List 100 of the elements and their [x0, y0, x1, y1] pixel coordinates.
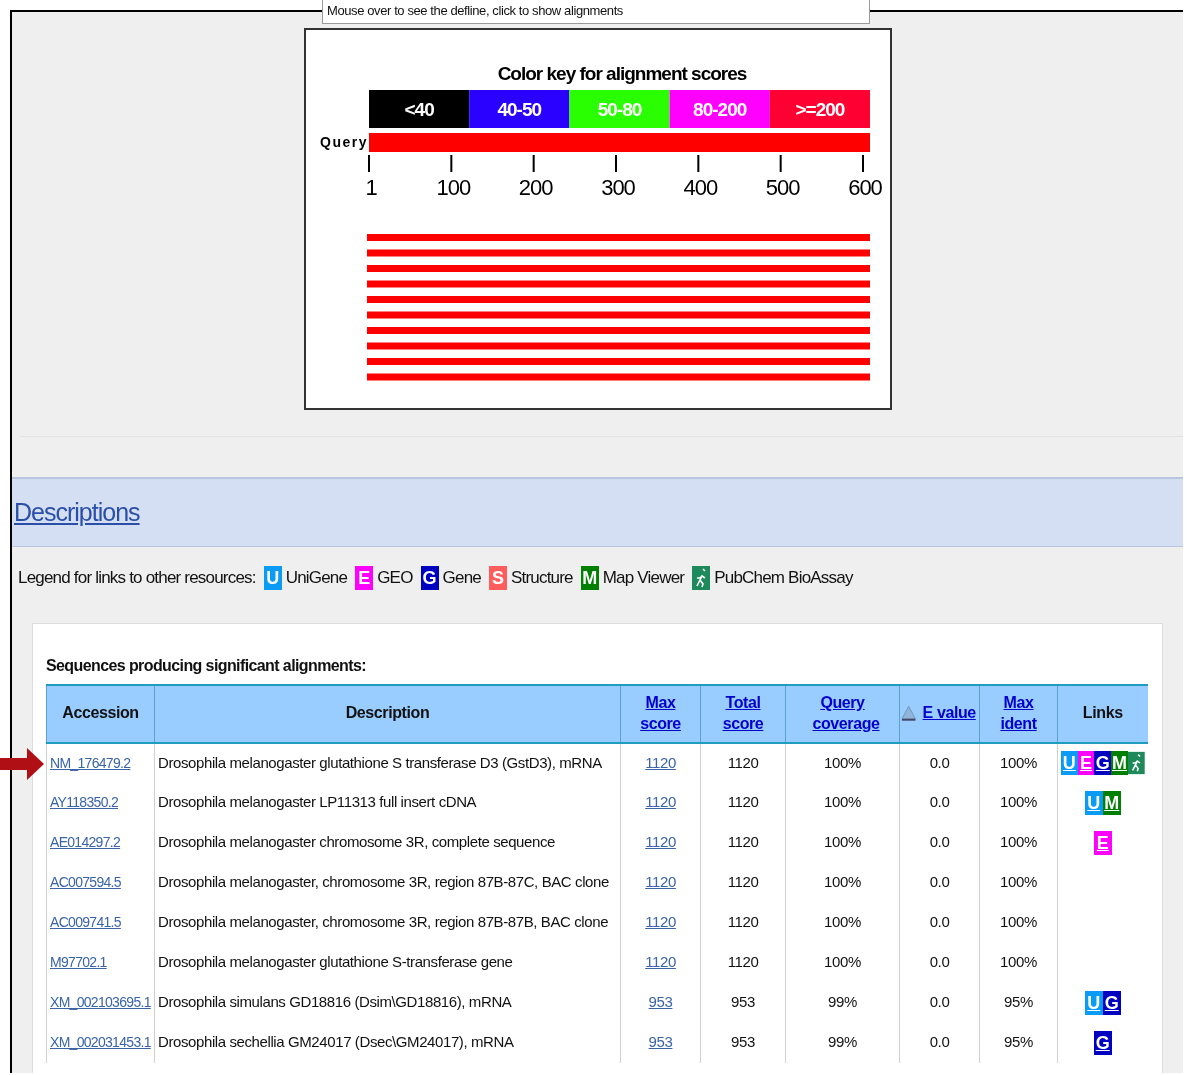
- score-link[interactable]: 1120: [645, 873, 676, 891]
- description-cell: Drosophila melanogaster chromosome 3R, complete sequence: [154, 822, 621, 863]
- identity-cell: 100%: [979, 782, 1058, 823]
- resource-link[interactable]: M: [1102, 790, 1121, 815]
- column-header: Links: [1057, 684, 1148, 743]
- score-range-label: >=200: [795, 99, 845, 120]
- score-link[interactable]: 1120: [645, 953, 676, 971]
- accession-link[interactable]: AC009741.5: [50, 914, 121, 931]
- tick-label: 500: [765, 175, 800, 200]
- legend-label: GEO: [377, 567, 413, 589]
- description-cell: Drosophila sechellia GM24017 (Dsec\GM24017), mRNA: [154, 1022, 621, 1063]
- identity-cell: 95%: [979, 982, 1058, 1023]
- resource-link[interactable]: G: [1102, 990, 1121, 1015]
- alignment-hit-bar[interactable]: [367, 265, 870, 272]
- column-header: Accession: [46, 684, 155, 743]
- coverage-cell: 99%: [785, 1022, 900, 1063]
- alignment-hit-bar[interactable]: [367, 358, 870, 365]
- e-value-cell: 0.0: [899, 782, 980, 823]
- accession-link[interactable]: AY118350.2: [50, 794, 118, 811]
- legend-label: UniGene: [285, 567, 348, 589]
- score-cell: 1120: [700, 942, 786, 983]
- score-cell: 1120: [700, 902, 786, 943]
- alignment-hit-bar[interactable]: [367, 373, 870, 381]
- identity-cell: 95%: [979, 1022, 1058, 1063]
- alignment-hit-bar[interactable]: [367, 327, 870, 334]
- column-header[interactable]: Total score: [700, 684, 786, 743]
- score-cell: 1120: [700, 822, 786, 863]
- score-link[interactable]: 1120: [645, 913, 676, 931]
- coverage-cell: 100%: [785, 782, 900, 823]
- legend-label: Structure: [510, 567, 573, 589]
- identity-cell: 100%: [979, 902, 1058, 943]
- resource-link[interactable]: M: [1111, 751, 1128, 775]
- identity-cell: 100%: [979, 742, 1058, 783]
- accession-link[interactable]: AE014297.2: [50, 834, 121, 851]
- tick-label: 300: [601, 175, 635, 200]
- resource-letter-icon: U: [263, 565, 282, 590]
- column-header[interactable]: Max score: [620, 684, 701, 743]
- description-cell: Drosophila melanogaster, chromosome 3R, region 87B-87C, BAC clone: [154, 862, 621, 903]
- accession-link[interactable]: M97702.1: [50, 954, 107, 971]
- e-value-cell: 0.0: [899, 1022, 980, 1063]
- column-header[interactable]: Query coverage: [785, 684, 900, 743]
- resource-link[interactable]: E: [1093, 830, 1112, 855]
- legend-label: Map Viewer: [602, 567, 685, 589]
- alignment-hit-bar[interactable]: [367, 280, 870, 288]
- e-value-cell: 0.0: [899, 742, 980, 783]
- resource-link[interactable]: G: [1094, 751, 1112, 775]
- identity-cell: 100%: [979, 942, 1058, 983]
- alignment-hit-bar[interactable]: [367, 249, 870, 257]
- coverage-cell: 100%: [785, 902, 900, 943]
- description-cell: Drosophila melanogaster glutathione S-transferase gene: [154, 942, 621, 983]
- resource-letter-icon: M: [580, 565, 599, 590]
- score-link[interactable]: 1120: [645, 793, 676, 811]
- e-value-cell: 0.0: [899, 942, 980, 983]
- alignment-hit-bar[interactable]: [367, 234, 870, 241]
- score-link[interactable]: 953: [648, 993, 673, 1011]
- tick-mark: [450, 155, 453, 172]
- descriptions-link[interactable]: Descriptions: [14, 493, 140, 532]
- key-title: Color key for alignment scores: [497, 63, 747, 84]
- tick-mark: [862, 155, 864, 172]
- coverage-cell: 100%: [785, 942, 900, 983]
- resource-letter-icon: E: [355, 565, 374, 590]
- score-link[interactable]: 953: [648, 1033, 673, 1051]
- score-cell: 953: [700, 982, 786, 1023]
- score-link[interactable]: 1120: [645, 753, 676, 771]
- coverage-cell: 99%: [785, 982, 900, 1023]
- tick-mark: [615, 155, 617, 172]
- column-header[interactable]: Max ident: [979, 684, 1058, 743]
- tick-mark: [697, 155, 700, 172]
- description-cell: Drosophila melanogaster LP11313 full insert cDNA: [154, 782, 621, 823]
- accession-link[interactable]: NM_176479.2: [50, 754, 131, 771]
- alignment-hit-bar[interactable]: [367, 296, 870, 303]
- table-title: Sequences producing significant alignments:: [46, 655, 368, 676]
- tick-mark: [532, 155, 535, 172]
- coverage-cell: 100%: [785, 822, 900, 863]
- accession-link[interactable]: AC007594.5: [50, 874, 121, 891]
- column-header[interactable]: E value: [899, 684, 980, 743]
- coverage-cell: 100%: [785, 862, 900, 903]
- e-value-cell: 0.0: [899, 822, 980, 863]
- score-cell: 953: [700, 1022, 786, 1063]
- description-cell: Drosophila simulans GD18816 (Dsim\GD18816), mRNA: [154, 982, 621, 1023]
- accession-link[interactable]: XM_002031453.1: [50, 1034, 151, 1051]
- resource-letter-icon: G: [420, 565, 439, 590]
- score-range-label: <40: [404, 99, 434, 120]
- e-value-cell: 0.0: [899, 862, 980, 903]
- resource-link[interactable]: G: [1093, 1030, 1112, 1055]
- description-cell: Drosophila melanogaster glutathione S transferase D3 (GstD3), mRNA: [154, 742, 621, 783]
- tick-label: 100: [436, 175, 471, 200]
- alignment-hit-bar[interactable]: [367, 342, 870, 350]
- score-range-label: 40-50: [497, 99, 542, 120]
- tick-label: 600: [848, 175, 882, 200]
- alignment-hit-bar[interactable]: [367, 311, 870, 319]
- e-value-cell: 0.0: [899, 902, 980, 943]
- score-cell: 1120: [700, 782, 786, 823]
- score-link[interactable]: 1120: [645, 833, 676, 851]
- score-range-label: 50-80: [597, 99, 642, 120]
- score-range-label: 80-200: [693, 99, 747, 120]
- sort-triangle-icon[interactable]: [901, 705, 917, 722]
- query-label: Query: [320, 134, 368, 150]
- accession-link[interactable]: XM_002103695.1: [50, 994, 151, 1011]
- legend-label: Gene: [442, 567, 481, 589]
